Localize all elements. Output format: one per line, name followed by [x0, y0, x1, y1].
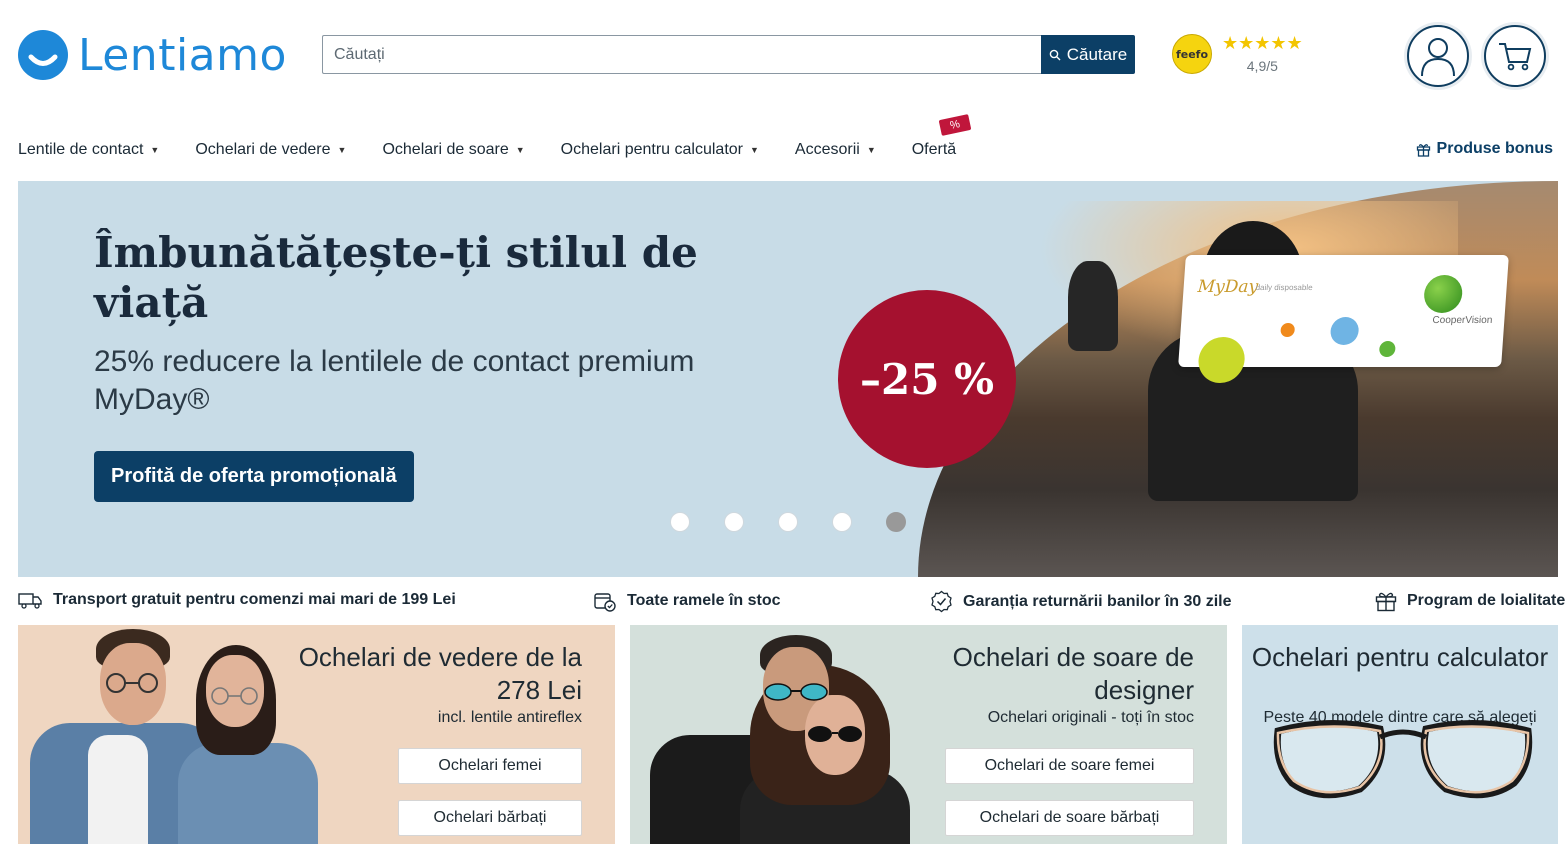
women-glasses-button[interactable]: Ochelari femei — [398, 748, 582, 784]
usp-free-shipping: Transport gratuit pentru comenzi mai mar… — [18, 590, 456, 610]
nav-item-sunglasses[interactable]: Ochelari de soare ▼ — [382, 141, 524, 159]
card-sunglasses[interactable]: Ochelari de soare de designer Ochelari o… — [630, 625, 1227, 844]
chevron-down-icon: ▼ — [866, 145, 876, 155]
smile-logo-icon — [18, 30, 68, 80]
account-button[interactable] — [1407, 25, 1469, 87]
myday-product-box: MyDay daily disposable CooperVision — [1178, 255, 1509, 383]
cart-icon — [1499, 43, 1532, 71]
card-title: Ochelari pentru calculator — [1251, 642, 1549, 672]
gift-icon — [1416, 143, 1430, 157]
nav-item-accessories[interactable]: Accesorii ▼ — [795, 141, 876, 159]
men-glasses-button[interactable]: Ochelari bărbați — [398, 800, 582, 836]
hero-subtitle: 25% reducere la lentilele de contact pre… — [94, 345, 695, 416]
card-eyeglasses[interactable]: Ochelari de vedere de la 278 Lei incl. l… — [18, 625, 615, 844]
nav-item-computer-glasses[interactable]: Ochelari pentru calculator ▼ — [561, 141, 759, 159]
rating-text: 4,9/5 — [1246, 58, 1278, 74]
carousel-dots — [670, 512, 906, 532]
chevron-down-icon: ▼ — [515, 145, 525, 155]
background-rider — [1068, 261, 1118, 351]
guarantee-icon — [931, 590, 952, 613]
search-bar: Căutare — [322, 35, 1135, 74]
coopervision-globe-icon — [1422, 275, 1464, 313]
chevron-down-icon: ▼ — [749, 145, 759, 155]
stock-box-icon — [594, 593, 616, 612]
chevron-down-icon: ▼ — [337, 145, 347, 155]
card-title: Ochelari de soare de designer — [952, 642, 1194, 705]
hero-title: Îmbunătățește-ți stilul de viață — [94, 228, 698, 327]
usp-loyalty: Program de loialitate — [1375, 590, 1565, 612]
bonus-products-link[interactable]: Produse bonus — [1416, 140, 1553, 158]
cart-button[interactable] — [1484, 25, 1546, 87]
user-icon — [1421, 38, 1455, 77]
chevron-down-icon: ▼ — [150, 145, 160, 155]
truck-icon — [18, 593, 42, 609]
logo-text: Lentiamo — [78, 29, 287, 81]
card-subtitle: Ochelari originali - toți în stoc — [987, 709, 1194, 726]
carousel-dot[interactable] — [724, 512, 744, 532]
search-icon — [1049, 49, 1061, 60]
lentiamo-logo[interactable]: Lentiamo — [18, 29, 287, 81]
feefo-badge: feefo — [1172, 34, 1212, 74]
gift-icon — [1375, 592, 1397, 612]
main-nav: Lentile de contact ▼ Ochelari de vedere ▼ … — [18, 114, 992, 162]
nav-item-eyeglasses[interactable]: Ochelari de vedere ▼ — [195, 141, 346, 159]
discount-badge: –25 % — [838, 290, 1016, 468]
carousel-dot[interactable] — [778, 512, 798, 532]
usp-in-stock: Toate ramele în stoc — [594, 590, 781, 612]
card-subtitle: incl. lentile antireflex — [437, 709, 582, 726]
card-title: Ochelari de vedere de la 278 Lei — [298, 642, 582, 705]
card-computer-glasses[interactable]: Ochelari pentru calculator Peste 40 mode… — [1242, 625, 1558, 844]
search-button[interactable]: Căutare — [1041, 35, 1135, 74]
nav-item-offer[interactable]: % Ofertă — [912, 114, 972, 159]
carousel-dot-active[interactable] — [886, 512, 906, 532]
carousel-dot[interactable] — [670, 512, 690, 532]
offer-percent-tag: % — [938, 114, 972, 136]
carousel-dot[interactable] — [832, 512, 852, 532]
nav-item-contact-lenses[interactable]: Lentile de contact ▼ — [18, 141, 159, 159]
women-sunglasses-button[interactable]: Ochelari de soare femei — [945, 748, 1194, 784]
rating-stars: ★★★★★ — [1222, 33, 1303, 53]
computer-glasses-image — [1273, 719, 1533, 799]
usp-money-back: Garanția returnării banilor în 30 zile — [930, 590, 1232, 613]
feefo-rating-widget[interactable]: feefo ★★★★★ 4,9/5 — [1172, 34, 1303, 74]
search-input[interactable] — [322, 35, 1041, 74]
hero-cta-button[interactable]: Profită de oferta promoțională — [94, 451, 414, 502]
search-button-label: Căutare — [1066, 44, 1128, 64]
men-sunglasses-button[interactable]: Ochelari de soare bărbați — [945, 800, 1194, 836]
